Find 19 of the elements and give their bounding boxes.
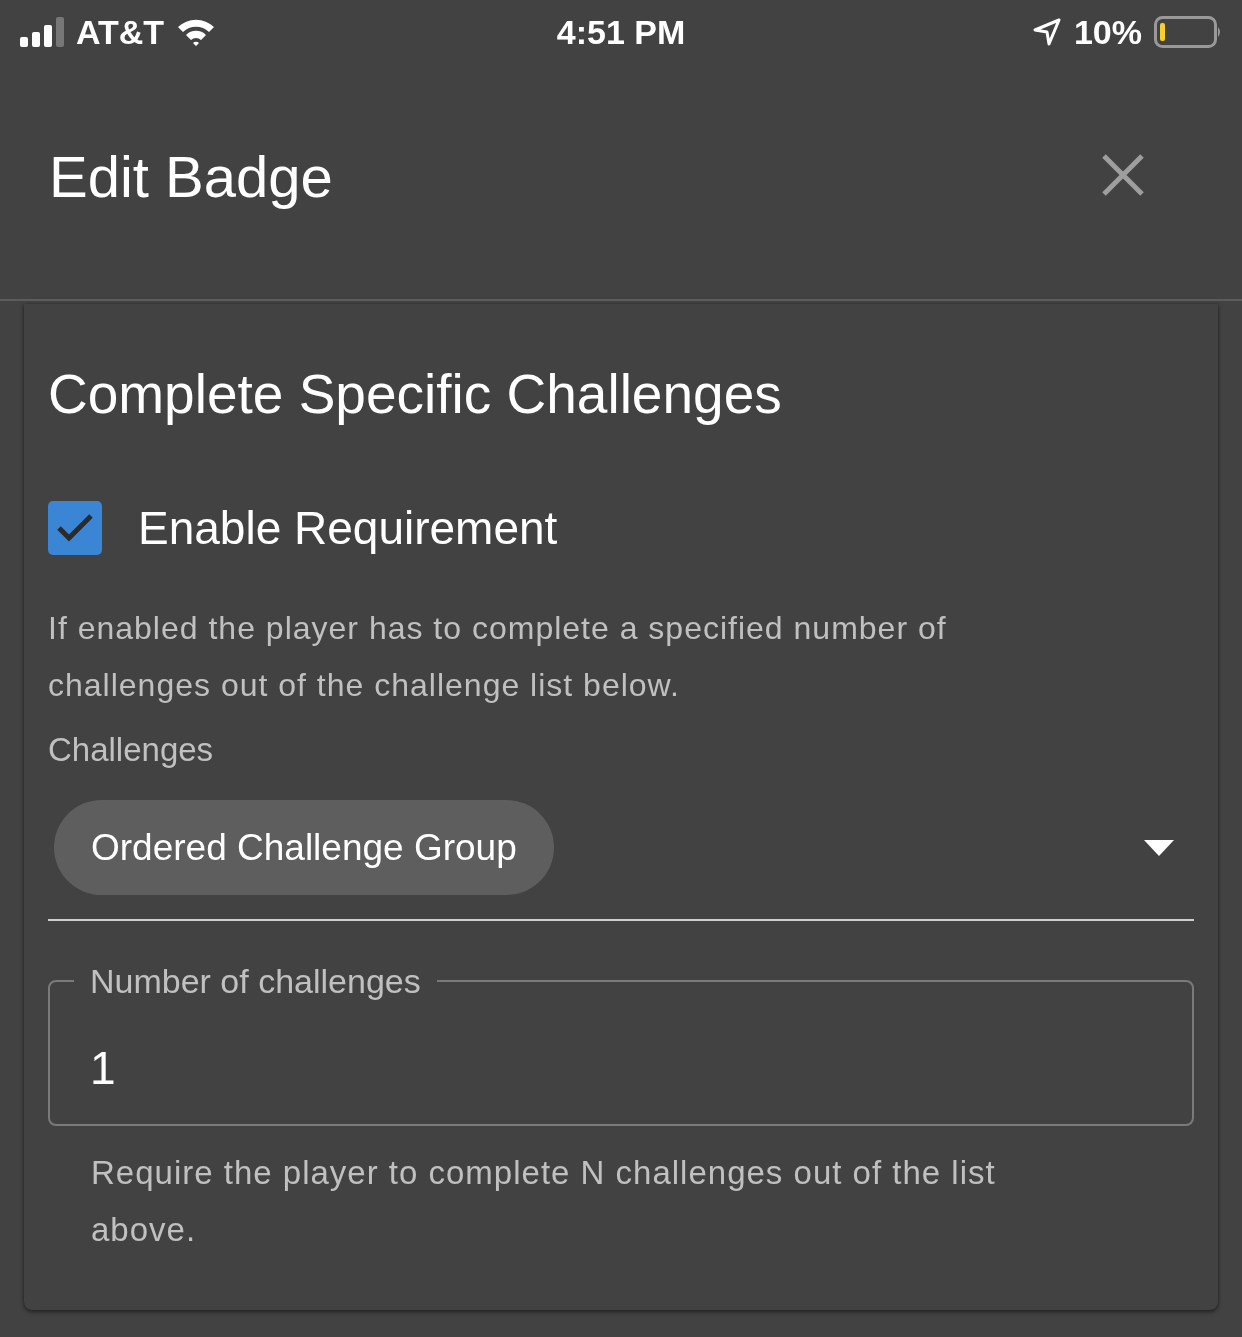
checkbox[interactable]: [48, 501, 102, 555]
checkbox-label: Enable Requirement: [138, 501, 558, 555]
dropdown-caret-icon[interactable]: [1144, 839, 1174, 856]
carrier-name: AT&T: [76, 12, 165, 52]
chip[interactable]: Ordered Challenge Group: [54, 800, 554, 895]
description-text: If enabled the player has to complete a specified number of challenges out of the challenge list below.: [48, 609, 948, 705]
wifi-icon: [176, 17, 217, 47]
signal-icon: [20, 17, 64, 47]
helper-text: Require the player to complete N challenges out of the list above.: [91, 1153, 997, 1250]
section-heading: Complete Specific Challenges: [48, 362, 783, 426]
checkmark-icon: [56, 513, 94, 543]
location-arrow-icon: [1031, 17, 1062, 47]
battery-percent: 10%: [1073, 12, 1142, 52]
clock-time: 4:51 PM: [556, 12, 686, 52]
field-label: Number of challenges: [89, 961, 422, 1001]
field-label: Challenges: [48, 730, 215, 770]
battery-icon: [1154, 16, 1222, 48]
challenges-select[interactable]: Ordered Challenge Group: [48, 800, 1194, 921]
dialog-title: Edit Badge: [49, 143, 333, 210]
